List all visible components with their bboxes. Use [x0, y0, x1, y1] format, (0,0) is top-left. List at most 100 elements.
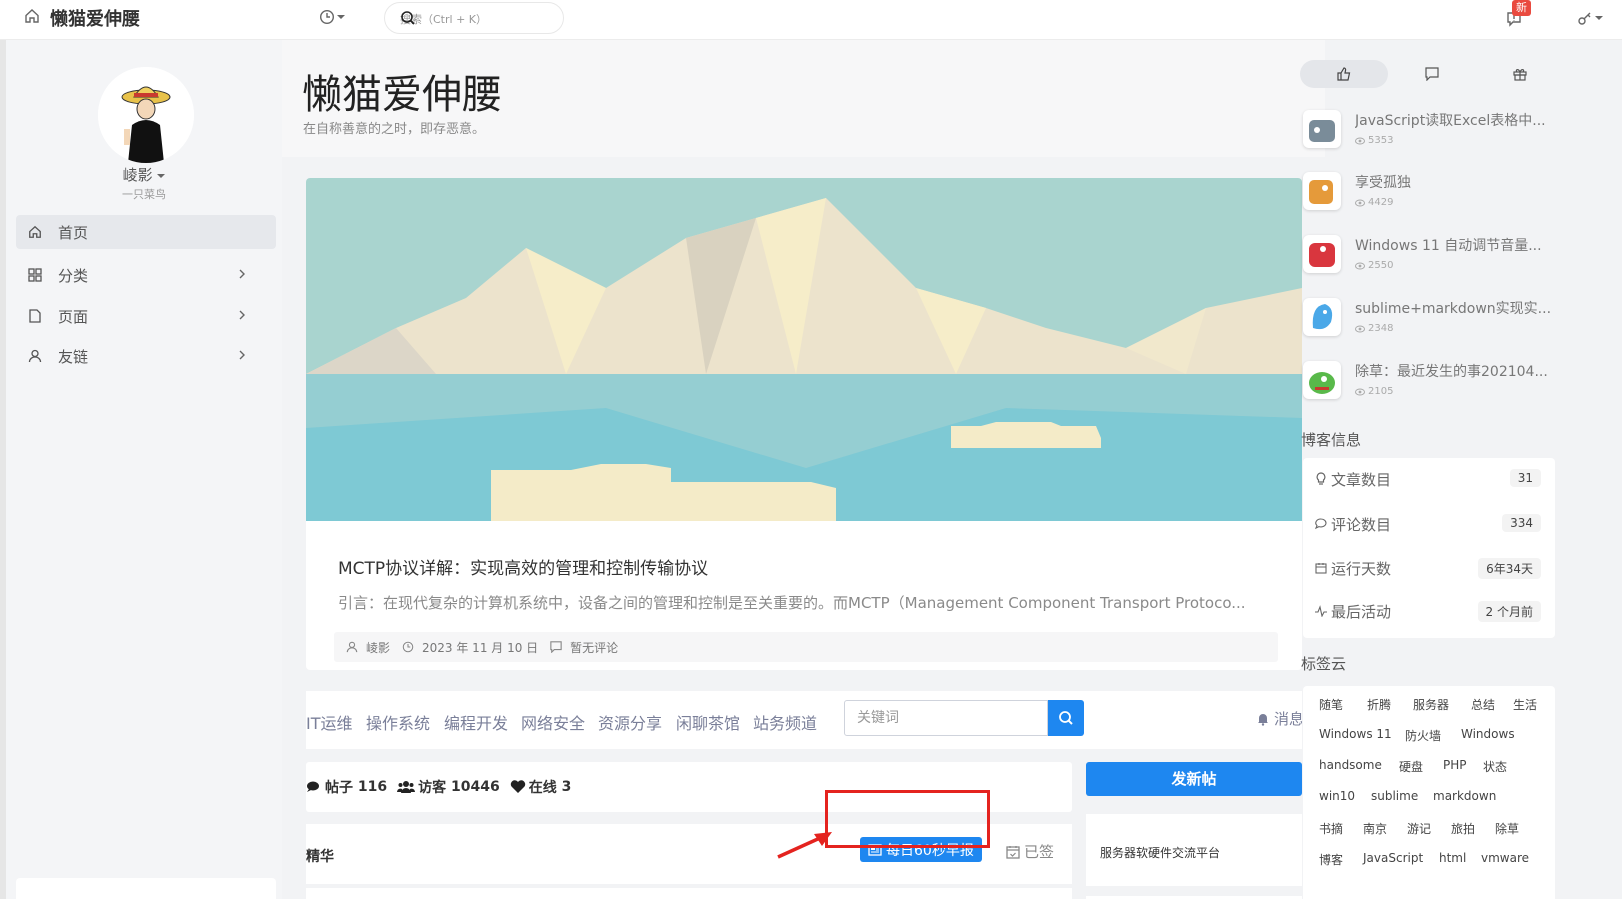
sidebar-item-label: 分类: [58, 266, 89, 285]
section-label[interactable]: 精华: [306, 846, 334, 866]
stat-label: 访客: [418, 780, 447, 796]
chevron-right-icon: [238, 349, 246, 361]
hot-post-title: 除草：最近发生的事202104...: [1355, 364, 1548, 380]
tag-item[interactable]: 防火墙: [1405, 727, 1441, 744]
sign-in-status[interactable]: 已签: [1006, 841, 1054, 862]
info-value: 31: [1509, 469, 1541, 487]
tag-item[interactable]: 博客: [1319, 851, 1343, 868]
key-icon: [1577, 10, 1593, 26]
settings-button[interactable]: [1577, 10, 1603, 26]
post-excerpt: 引言：在现代复杂的计算机系统中，设备之间的管理和控制是至关重要的。而MCTP（M…: [338, 594, 1246, 612]
tag-item[interactable]: 服务器: [1413, 696, 1449, 713]
tag-item[interactable]: 生活: [1513, 696, 1537, 713]
tab-random[interactable]: [1476, 60, 1564, 88]
eye-icon: [1355, 137, 1365, 145]
post-cover-image[interactable]: [306, 178, 1302, 521]
eye-icon: [1355, 325, 1365, 333]
site-name[interactable]: 懒猫爱伸腰: [50, 5, 140, 31]
highlight-box: [825, 790, 990, 848]
sidebar-item-pages[interactable]: 页面: [16, 299, 276, 333]
forum-nav: IT运维 操作系统 编程开发 网络安全 资源分享 闲聊茶馆 站务频道 关键词 消…: [306, 691, 1302, 749]
views-count: 4429: [1368, 197, 1394, 208]
tag-item[interactable]: win10: [1319, 789, 1355, 803]
user-name-row[interactable]: 崚影: [6, 164, 282, 185]
forum-nav-item[interactable]: IT运维: [306, 710, 353, 734]
sidebar-item-links[interactable]: 友链: [16, 339, 276, 373]
hot-post-item[interactable]: JavaScript读取Excel表格中... 5353: [1303, 106, 1563, 166]
sidebar-item-category[interactable]: 分类: [16, 258, 276, 292]
tag-item[interactable]: 书摘: [1319, 820, 1343, 837]
stat-value: 3: [561, 779, 572, 795]
tag-item[interactable]: 硬盘: [1399, 758, 1423, 775]
tag-item[interactable]: JavaScript: [1363, 851, 1423, 865]
forum-nav-item[interactable]: 资源分享: [598, 710, 662, 734]
tag-item[interactable]: sublime: [1371, 789, 1418, 803]
stat-label: 在线: [528, 780, 557, 796]
hot-post-views: 4429: [1355, 197, 1393, 208]
post-author[interactable]: 崚影: [366, 639, 390, 656]
user-icon: [28, 349, 42, 363]
search-icon[interactable]: [400, 10, 551, 26]
avatar[interactable]: [98, 67, 194, 163]
tab-popular[interactable]: [1300, 60, 1388, 88]
heart-icon: [510, 780, 526, 794]
chevron-right-icon: [238, 268, 246, 280]
hot-post-item[interactable]: 除草：最近发生的事202104... 2105: [1303, 357, 1563, 417]
pulse-icon: [1315, 605, 1327, 617]
tag-item[interactable]: 南京: [1363, 820, 1387, 837]
tag-item[interactable]: 状态: [1483, 758, 1507, 775]
stat-label: 帖子: [325, 780, 353, 796]
tag-item[interactable]: Windows 11: [1319, 727, 1392, 741]
info-value: 2 个月前: [1477, 601, 1541, 622]
forum-nav-item[interactable]: 闲聊茶馆: [676, 710, 740, 734]
forum-nav-item[interactable]: 站务频道: [753, 710, 817, 734]
platform-name[interactable]: 服务器软硬件交流平台: [1100, 844, 1220, 861]
caret-down-icon: [157, 172, 166, 180]
post-title[interactable]: MCTP协议详解：实现高效的管理和控制传输协议: [338, 554, 708, 579]
post-card[interactable]: MCTP协议详解：实现高效的管理和控制传输协议 引言：在现代复杂的计算机系统中，…: [306, 178, 1302, 670]
eye-icon: [1355, 262, 1365, 270]
tag-item[interactable]: 折腾: [1367, 696, 1391, 713]
platform-box: 服务器软硬件交流平台: [1086, 814, 1302, 886]
home-icon[interactable]: [24, 8, 40, 24]
tag-item[interactable]: markdown: [1433, 789, 1496, 803]
users-icon: [397, 780, 416, 794]
views-count: 5353: [1368, 135, 1394, 146]
top-bar: 懒猫爱伸腰 搜索（Ctrl + K） 新: [0, 0, 1622, 40]
hot-post-views: 5353: [1355, 135, 1393, 146]
new-post-button[interactable]: 发新帖: [1086, 762, 1302, 796]
tag-item[interactable]: 随笔: [1319, 696, 1343, 713]
search-input[interactable]: 搜索（Ctrl + K）: [384, 2, 564, 34]
info-row-articles: 文章数目 31: [1315, 464, 1541, 494]
tag-item[interactable]: 总结: [1471, 696, 1495, 713]
comment-icon: [1315, 518, 1327, 530]
tag-item[interactable]: vmware: [1481, 851, 1529, 865]
hot-post-item[interactable]: sublime+markdown实现实... 2348: [1303, 294, 1563, 354]
tag-item[interactable]: 旅拍: [1451, 820, 1475, 837]
post-comments[interactable]: 暂无评论: [570, 639, 618, 656]
tag-item[interactable]: html: [1439, 851, 1466, 865]
blog-title: 懒猫爱伸腰: [302, 72, 502, 118]
keyword-search-button[interactable]: [1048, 700, 1084, 736]
tag-item[interactable]: 游记: [1407, 820, 1431, 837]
forum-nav-item[interactable]: 网络安全: [521, 710, 585, 734]
history-button[interactable]: [319, 9, 345, 25]
hot-post-item[interactable]: 享受孤独 4429: [1303, 168, 1563, 228]
keyword-input[interactable]: 关键词: [844, 700, 1048, 736]
tag-cloud: 随笔 折腾 服务器 总结 生活 Windows 11 防火墙 Windows h…: [1303, 686, 1555, 899]
hot-post-title: Windows 11 自动调节音量...: [1355, 238, 1542, 254]
tag-item[interactable]: Windows: [1461, 727, 1515, 741]
post-date: 2023 年 11 月 10 日: [422, 640, 539, 655]
blog-info-title: 博客信息: [1301, 431, 1362, 449]
clock-icon: [402, 641, 414, 653]
forum-nav-item[interactable]: 编程开发: [444, 710, 508, 734]
tag-item[interactable]: PHP: [1443, 758, 1467, 772]
messages-link[interactable]: 消息: [1256, 708, 1302, 729]
hot-post-item[interactable]: Windows 11 自动调节音量... 2550: [1303, 231, 1563, 291]
tab-comments[interactable]: [1388, 60, 1476, 88]
sidebar-item-home[interactable]: 首页: [16, 215, 276, 249]
forum-nav-item[interactable]: 操作系统: [366, 710, 430, 734]
tag-item[interactable]: 除草: [1495, 820, 1519, 837]
tag-item[interactable]: handsome: [1319, 758, 1382, 772]
caret-down-icon: [1595, 14, 1603, 22]
